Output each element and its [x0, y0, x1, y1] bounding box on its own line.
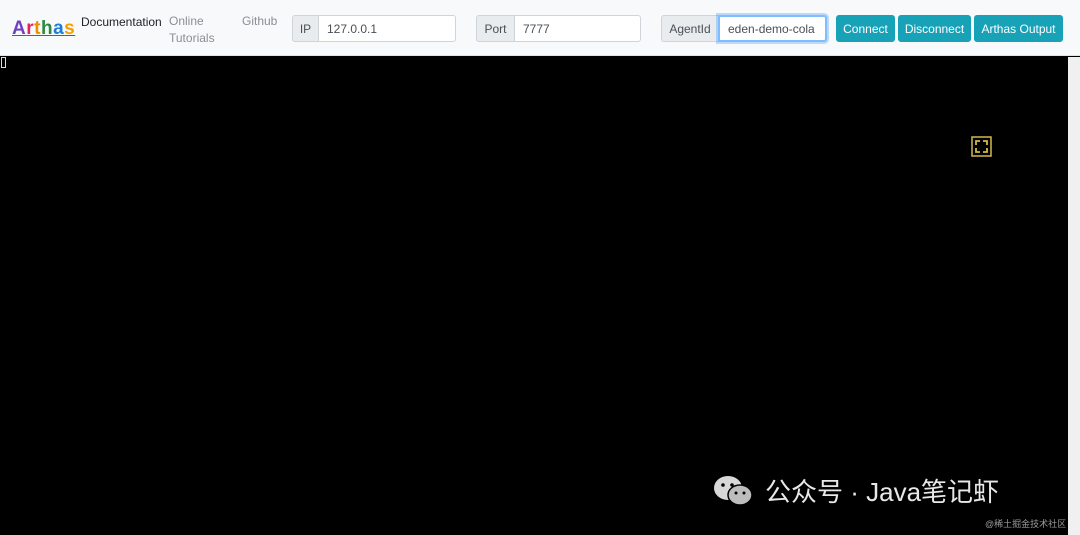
- terminal-cursor: [1, 57, 6, 68]
- watermark: 公众号 · Java笔记虾: [713, 472, 999, 509]
- ip-label: IP: [292, 15, 318, 42]
- agentid-input-group: AgentId eden-demo-cola: [661, 15, 827, 42]
- brand-logo[interactable]: Arthas: [12, 18, 75, 40]
- agentid-input[interactable]: eden-demo-cola: [718, 15, 827, 42]
- wechat-icon: [714, 475, 753, 506]
- watermark-text: 公众号 · Java笔记虾: [765, 477, 1000, 507]
- ip-input[interactable]: 127.0.0.1: [318, 15, 456, 42]
- nav-github[interactable]: Github: [242, 13, 277, 30]
- port-input-group: Port 7777: [476, 15, 641, 42]
- port-label: Port: [476, 15, 514, 42]
- nav-documentation[interactable]: Documentation: [81, 14, 162, 31]
- ip-input-group: IP 127.0.0.1: [292, 15, 456, 42]
- arthas-output-button[interactable]: Arthas Output: [974, 15, 1063, 42]
- navbar: Arthas Documentation Online Tutorials Gi…: [0, 0, 1080, 56]
- port-input[interactable]: 7777: [514, 15, 641, 42]
- fullscreen-icon[interactable]: [971, 136, 992, 157]
- agentid-label: AgentId: [661, 15, 718, 42]
- nav-online-tutorials[interactable]: Online Tutorials: [169, 13, 215, 47]
- disconnect-button[interactable]: Disconnect: [898, 15, 971, 42]
- terminal-scrollbar[interactable]: [1068, 57, 1080, 535]
- watermark-credit: @稀土掘金技术社区: [985, 519, 1067, 529]
- terminal-area[interactable]: [0, 57, 1068, 535]
- connect-button[interactable]: Connect: [836, 15, 895, 42]
